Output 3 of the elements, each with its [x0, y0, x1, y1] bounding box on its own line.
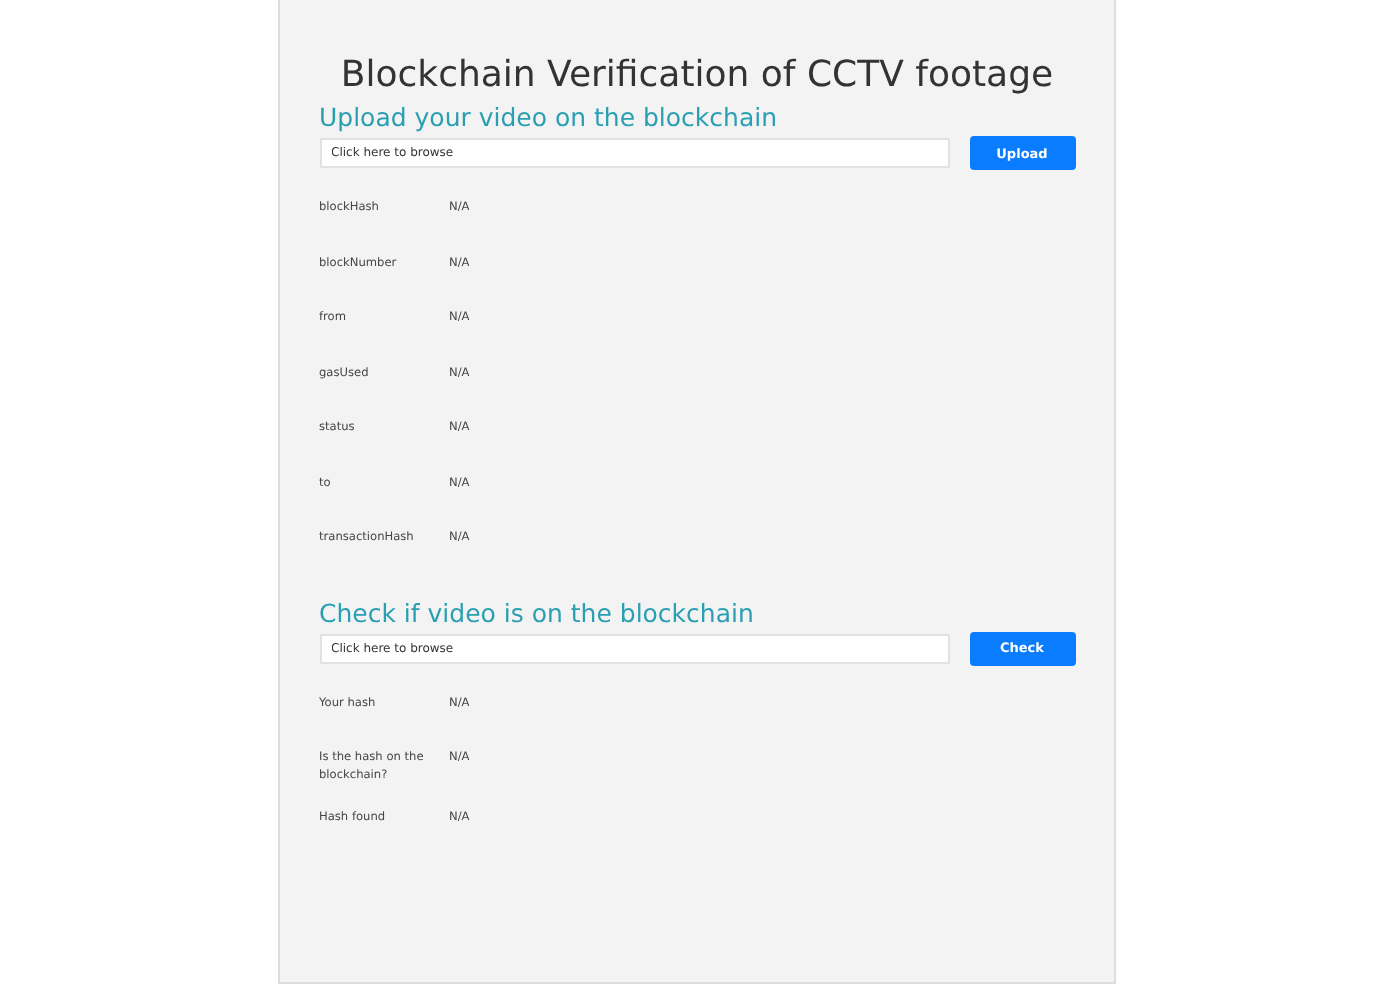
section-heading: Check if video is on the blockchain [319, 597, 756, 629]
section-heading: Upload your video on the blockchain [319, 102, 780, 134]
page-title: Blockchain Verification of CCTV footage [338, 52, 1056, 100]
